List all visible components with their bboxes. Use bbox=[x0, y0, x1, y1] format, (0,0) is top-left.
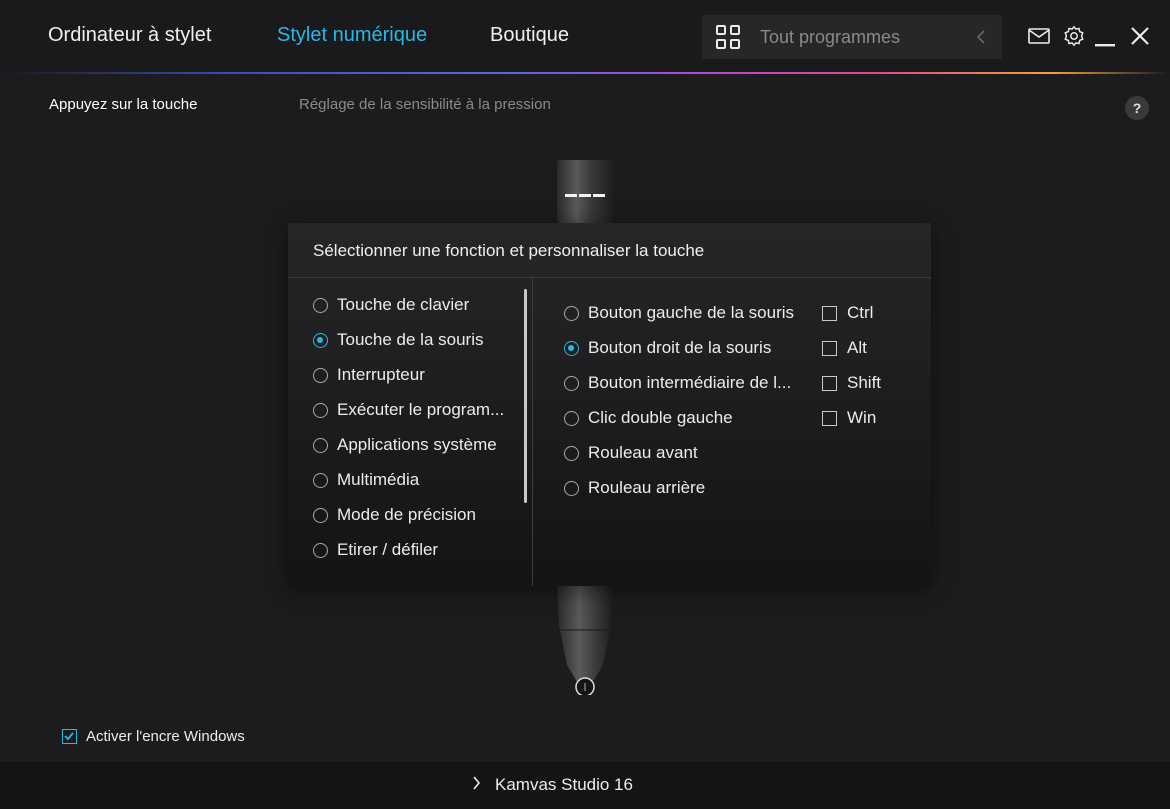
chevron-right-icon bbox=[472, 775, 481, 795]
subtab-pressure-sensitivity[interactable]: Réglage de la sensibilité à la pression bbox=[299, 96, 551, 113]
function-option[interactable]: Mode de précision bbox=[313, 502, 476, 528]
tab-store[interactable]: Boutique bbox=[490, 24, 569, 47]
program-selector-value: Tout programmes bbox=[760, 27, 901, 47]
device-selector[interactable]: Kamvas Studio 16 bbox=[472, 775, 633, 795]
function-option[interactable]: Applications système bbox=[313, 432, 497, 458]
pen-barrel-top bbox=[557, 160, 613, 226]
radio-icon bbox=[564, 305, 579, 321]
mouse-option-label: Bouton gauche de la souris bbox=[588, 303, 795, 322]
help-icon[interactable]: ? bbox=[1125, 96, 1149, 120]
chevron-left-icon[interactable] bbox=[976, 29, 986, 50]
function-option-selected[interactable]: Touche de la souris bbox=[313, 327, 483, 353]
subtab-press-key[interactable]: Appuyez sur la touche bbox=[49, 96, 197, 113]
mouse-option[interactable]: Clic double gauche bbox=[564, 405, 733, 431]
checkbox-icon bbox=[822, 340, 837, 356]
radio-icon bbox=[564, 480, 579, 496]
mouse-option[interactable]: Rouleau avant bbox=[564, 440, 698, 466]
function-option-label: Etirer / défiler bbox=[337, 540, 439, 559]
close-icon[interactable] bbox=[1130, 26, 1150, 51]
modifier-ctrl-checkbox[interactable]: Ctrl bbox=[822, 300, 873, 326]
checkbox-icon bbox=[822, 375, 837, 391]
radio-checked-icon bbox=[313, 332, 328, 348]
header-accent-line bbox=[0, 72, 1170, 74]
device-name: Kamvas Studio 16 bbox=[495, 775, 633, 794]
windows-ink-label: Activer l'encre Windows bbox=[86, 728, 245, 745]
radio-icon bbox=[313, 367, 328, 383]
function-option-label: Touche de clavier bbox=[337, 295, 470, 314]
function-option[interactable]: Exécuter le program... bbox=[313, 397, 504, 423]
radio-icon bbox=[313, 472, 328, 488]
function-option[interactable]: Interrupteur bbox=[313, 362, 425, 388]
modifier-label: Alt bbox=[847, 338, 867, 357]
mouse-option-label: Clic double gauche bbox=[588, 408, 733, 427]
mouse-option-label: Rouleau arrière bbox=[588, 478, 706, 497]
mouse-option[interactable]: Bouton intermédiaire de l... bbox=[564, 370, 791, 396]
tab-pen-tablet[interactable]: Stylet numérique bbox=[277, 24, 427, 47]
radio-checked-icon bbox=[564, 340, 579, 356]
function-option-label: Mode de précision bbox=[337, 505, 476, 524]
mouse-option[interactable]: Bouton gauche de la souris bbox=[564, 300, 794, 326]
checkbox-icon bbox=[822, 410, 837, 426]
pen-tip bbox=[557, 585, 613, 695]
checkbox-checked-icon bbox=[62, 729, 77, 744]
function-option[interactable]: Multimédia bbox=[313, 467, 419, 493]
function-option-label: Interrupteur bbox=[337, 365, 425, 384]
mouse-option[interactable]: Rouleau arrière bbox=[564, 475, 705, 501]
dialog-divider bbox=[288, 277, 931, 278]
minimize-icon[interactable] bbox=[1095, 35, 1115, 53]
function-option[interactable]: Touche de clavier bbox=[313, 292, 469, 318]
radio-icon bbox=[564, 445, 579, 461]
function-option-label: Multimédia bbox=[337, 470, 420, 489]
windows-ink-checkbox[interactable]: Activer l'encre Windows bbox=[62, 728, 245, 745]
radio-icon bbox=[313, 542, 328, 558]
function-option-label: Applications système bbox=[337, 435, 497, 454]
mouse-option-label: Bouton intermédiaire de l... bbox=[588, 373, 792, 392]
gear-icon[interactable] bbox=[1063, 25, 1085, 52]
radio-icon bbox=[313, 297, 328, 313]
function-option-label: Touche de la souris bbox=[337, 330, 484, 349]
function-dialog: Sélectionner une fonction et personnalis… bbox=[288, 223, 931, 586]
modifier-label: Win bbox=[847, 408, 877, 427]
program-selector[interactable]: Tout programmes bbox=[702, 15, 1002, 59]
checkbox-icon bbox=[822, 305, 837, 321]
mail-icon[interactable] bbox=[1028, 28, 1050, 49]
radio-icon bbox=[313, 437, 328, 453]
radio-icon bbox=[313, 507, 328, 523]
dialog-title: Sélectionner une fonction et personnalis… bbox=[313, 241, 705, 260]
modifier-win-checkbox[interactable]: Win bbox=[822, 405, 876, 431]
mouse-option-label: Bouton droit de la souris bbox=[588, 338, 772, 357]
tab-pen-display[interactable]: Ordinateur à stylet bbox=[48, 24, 211, 47]
function-list-scrollbar[interactable] bbox=[524, 289, 527, 503]
modifier-shift-checkbox[interactable]: Shift bbox=[822, 370, 881, 396]
modifier-label: Ctrl bbox=[847, 303, 874, 322]
mouse-option-selected[interactable]: Bouton droit de la souris bbox=[564, 335, 771, 361]
function-option-label: Exécuter le program... bbox=[337, 400, 505, 419]
mouse-option-label: Rouleau avant bbox=[588, 443, 698, 462]
apps-grid-icon bbox=[715, 24, 741, 55]
function-option[interactable]: Etirer / défiler bbox=[313, 537, 438, 563]
modifier-alt-checkbox[interactable]: Alt bbox=[822, 335, 867, 361]
modifier-label: Shift bbox=[847, 373, 882, 392]
radio-icon bbox=[564, 375, 579, 391]
radio-icon bbox=[564, 410, 579, 426]
dialog-column-divider bbox=[532, 278, 533, 586]
radio-icon bbox=[313, 402, 328, 418]
